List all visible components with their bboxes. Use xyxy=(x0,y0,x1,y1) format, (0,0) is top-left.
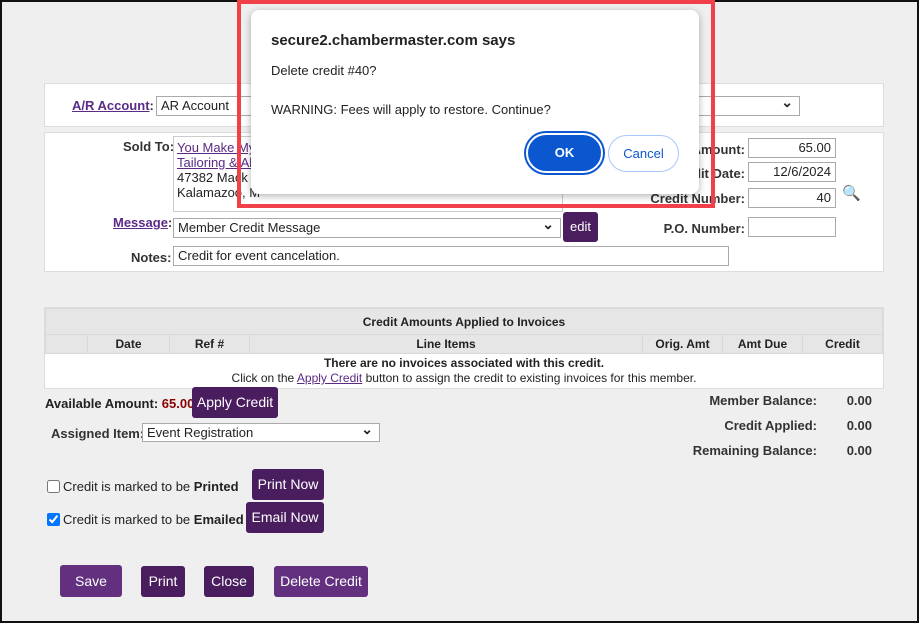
sold-to-label: Sold To: xyxy=(123,139,175,154)
col-line-items: Line Items xyxy=(249,334,643,354)
close-button[interactable]: Close xyxy=(204,566,254,597)
email-now-button[interactable]: Email Now xyxy=(246,502,324,533)
member-balance-label: Member Balance: xyxy=(709,393,817,408)
assigned-item-select[interactable]: Event Registration xyxy=(142,423,380,442)
ar-account-link[interactable]: A/R Account xyxy=(72,98,150,113)
table-title: Credit Amounts Applied to Invoices xyxy=(45,308,883,335)
available-amount-value: 65.00 xyxy=(161,396,195,411)
printed-bold: Printed xyxy=(193,479,239,494)
credit-applied-value: 0.00 xyxy=(846,418,872,433)
invoices-table: Credit Amounts Applied to Invoices Date … xyxy=(44,307,884,389)
message-select[interactable]: Member Credit Message xyxy=(173,218,561,238)
assigned-item-label: Assigned Item: xyxy=(51,426,145,441)
col-credit: Credit xyxy=(802,334,883,354)
amount-input[interactable]: 65.00 xyxy=(748,138,836,158)
credit-number-input[interactable]: 40 xyxy=(748,188,836,208)
emailed-checkbox[interactable] xyxy=(47,513,60,526)
edit-message-button[interactable]: edit xyxy=(563,212,598,242)
printed-checkbox[interactable] xyxy=(47,480,60,493)
po-number-label: P.O. Number: xyxy=(663,221,745,236)
available-amount-label: Available Amount: 65.00 xyxy=(45,396,195,411)
save-button[interactable]: Save xyxy=(60,565,122,597)
emailed-option: Credit is marked to be Emailed xyxy=(47,512,244,527)
empty-message: There are no invoices associated with th… xyxy=(323,356,605,370)
col-orig-amt: Orig. Amt xyxy=(642,334,723,354)
member-balance-value: 0.00 xyxy=(846,393,872,408)
col-date: Date xyxy=(87,334,170,354)
printed-option: Credit is marked to be Printed xyxy=(47,479,239,494)
emailed-bold: Emailed xyxy=(193,512,244,527)
emailed-text: Credit is marked to be xyxy=(63,512,194,527)
col-amt-due: Amt Due xyxy=(722,334,803,354)
col-ref: Ref # xyxy=(169,334,250,354)
remaining-balance-value: 0.00 xyxy=(846,443,872,458)
print-now-button[interactable]: Print Now xyxy=(252,469,324,500)
notes-label: Notes: xyxy=(131,250,172,265)
po-number-input[interactable] xyxy=(748,217,836,237)
magnifier-icon[interactable]: 🔍 xyxy=(842,184,861,202)
message-link[interactable]: Message xyxy=(113,215,168,230)
delete-credit-button[interactable]: Delete Credit xyxy=(274,566,368,597)
notes-input[interactable]: Credit for event cancelation. xyxy=(173,246,729,266)
printed-text: Credit is marked to be xyxy=(63,479,194,494)
col-select xyxy=(45,334,88,354)
print-button[interactable]: Print xyxy=(141,566,185,597)
message-label: Message: xyxy=(113,215,173,230)
apply-credit-link[interactable]: Apply Credit xyxy=(297,371,362,385)
ar-account-label[interactable]: A/R Account: xyxy=(72,98,154,113)
remaining-balance-label: Remaining Balance: xyxy=(692,443,817,458)
apply-credit-button[interactable]: Apply Credit xyxy=(192,387,278,418)
credit-applied-label: Credit Applied: xyxy=(724,418,817,433)
hint-text: Click on the Apply Credit button to assi… xyxy=(231,371,697,385)
highlight-box xyxy=(237,0,715,208)
credit-date-input[interactable]: 12/6/2024 xyxy=(748,162,836,182)
